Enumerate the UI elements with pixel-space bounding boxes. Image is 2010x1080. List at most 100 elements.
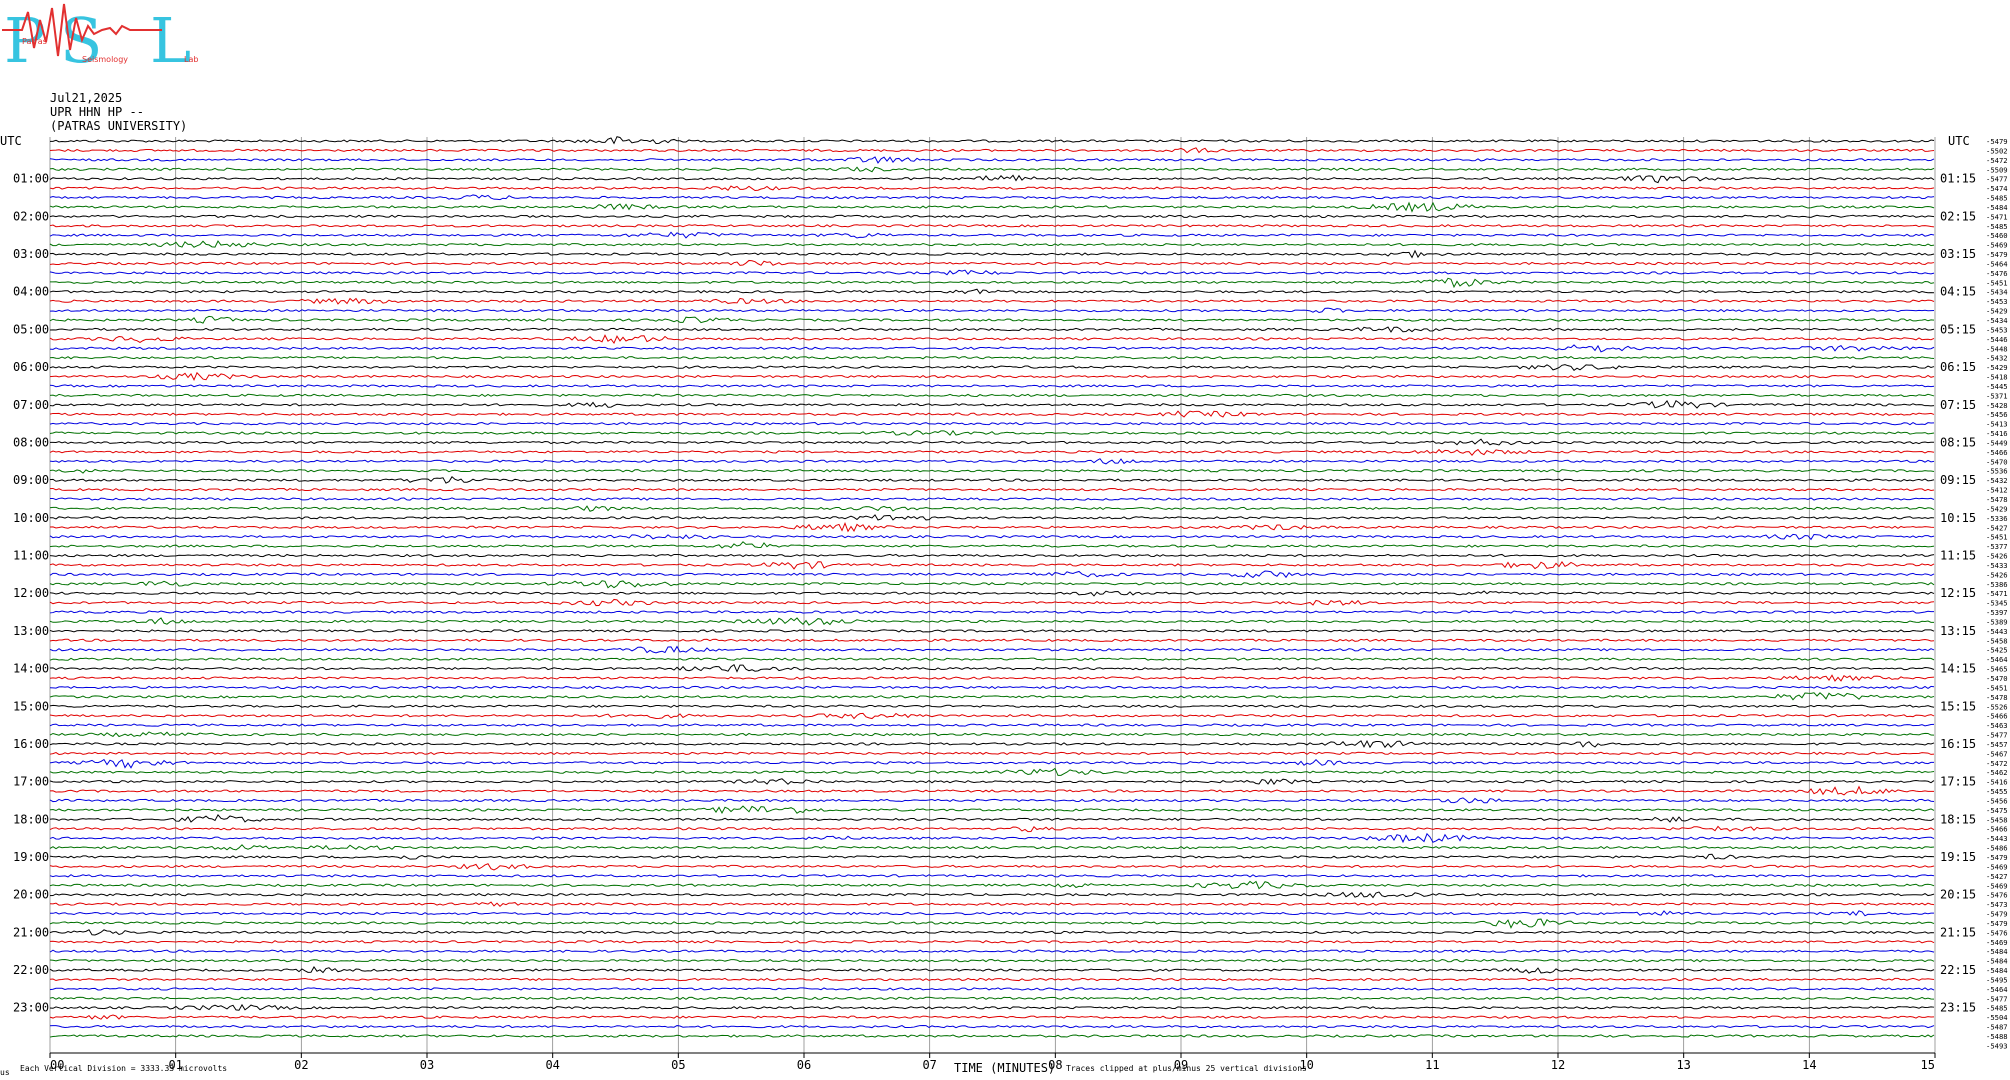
trace-81 bbox=[49, 901, 1935, 908]
right-hour-label-01:15: 01:15 bbox=[1940, 172, 1976, 186]
right-hour-label-21:15: 21:15 bbox=[1940, 925, 1976, 939]
trace-25 bbox=[49, 371, 1935, 381]
right-hour-label-22:15: 22:15 bbox=[1940, 963, 1976, 977]
x-tick-label-07: 07 bbox=[922, 1058, 936, 1072]
trace-94 bbox=[49, 1024, 1935, 1029]
left-hour-label-17:00: 17:00 bbox=[13, 775, 49, 789]
offset-label-49: -5345 bbox=[1986, 599, 2008, 608]
offset-label-75: -5486 bbox=[1986, 844, 2008, 853]
trace-54 bbox=[49, 645, 1935, 654]
offset-label-35: -5536 bbox=[1986, 467, 2008, 476]
right-hour-label-11:15: 11:15 bbox=[1940, 549, 1976, 563]
offset-label-84: -5476 bbox=[1986, 928, 2008, 937]
offset-label-37: -5412 bbox=[1986, 486, 2008, 495]
trace-39 bbox=[49, 505, 1935, 512]
trace-7 bbox=[49, 201, 1935, 213]
trace-84 bbox=[49, 929, 1935, 936]
trace-34 bbox=[49, 458, 1935, 465]
trace-87 bbox=[49, 958, 1935, 963]
offset-label-12: -5479 bbox=[1986, 250, 2008, 259]
offset-label-28: -5428 bbox=[1986, 401, 2008, 410]
trace-47 bbox=[49, 580, 1935, 589]
trace-76 bbox=[49, 853, 1935, 860]
offset-label-19: -5434 bbox=[1986, 316, 2008, 325]
trace-3 bbox=[49, 166, 1935, 173]
helicorder-plot: 00 01 02 03 04 05 06 07 08 09 10 11 12 13 14 15 01:0002… bbox=[0, 134, 2008, 1072]
offset-label-21: -5446 bbox=[1986, 335, 2008, 344]
trace-89 bbox=[49, 977, 1935, 982]
offset-label-23: -5432 bbox=[1986, 354, 2008, 363]
trace-63 bbox=[49, 731, 1935, 738]
left-hour-label-10:00: 10:00 bbox=[13, 511, 49, 525]
right-hour-label-02:15: 02:15 bbox=[1940, 209, 1976, 223]
x-tick-label-15: 15 bbox=[1921, 1058, 1935, 1072]
offset-label-73: -5466 bbox=[1986, 825, 2008, 834]
offset-label-83: -5479 bbox=[1986, 919, 2008, 928]
offset-label-26: -5445 bbox=[1986, 382, 2008, 391]
trace-20 bbox=[49, 326, 1935, 333]
trace-48 bbox=[49, 590, 1935, 597]
offset-label-39: -5429 bbox=[1986, 504, 2008, 513]
trace-83 bbox=[49, 918, 1935, 929]
utc-label-left: UTC bbox=[0, 134, 22, 148]
trace-30 bbox=[49, 421, 1935, 426]
trace-68 bbox=[49, 778, 1935, 786]
trace-70 bbox=[49, 797, 1935, 804]
left-hour-label-22:00: 22:00 bbox=[13, 963, 49, 977]
offset-label-36: -5432 bbox=[1986, 476, 2008, 485]
offset-label-16: -5434 bbox=[1986, 288, 2008, 297]
offset-label-4: -5477 bbox=[1986, 175, 2008, 184]
trace-92 bbox=[49, 1003, 1935, 1011]
trace-56 bbox=[49, 663, 1935, 673]
header-institution: (PATRAS UNIVERSITY) bbox=[50, 119, 188, 133]
trace-95 bbox=[49, 1034, 1935, 1038]
trace-37 bbox=[49, 487, 1935, 492]
trace-88 bbox=[49, 966, 1935, 974]
trace-93 bbox=[49, 1014, 1935, 1020]
left-hour-label-15:00: 15:00 bbox=[13, 699, 49, 713]
offset-label-1: -5502 bbox=[1986, 146, 2008, 155]
trace-33 bbox=[49, 448, 1935, 456]
right-hour-label-03:15: 03:15 bbox=[1940, 247, 1976, 261]
left-hour-label-23:00: 23:00 bbox=[13, 1001, 49, 1015]
left-hour-label-19:00: 19:00 bbox=[13, 850, 49, 864]
trace-27 bbox=[49, 393, 1935, 398]
trace-72 bbox=[49, 814, 1935, 823]
trace-19 bbox=[49, 315, 1935, 324]
trace-38 bbox=[49, 497, 1935, 501]
logo-word-seismology: Seismology bbox=[82, 55, 128, 64]
x-tick-label-11: 11 bbox=[1425, 1058, 1439, 1072]
corner-mark: us bbox=[0, 1068, 10, 1077]
trace-9 bbox=[49, 224, 1935, 228]
offset-label-22: -5448 bbox=[1986, 344, 2008, 353]
offset-label-6: -5485 bbox=[1986, 194, 2008, 203]
offset-label-72: -5458 bbox=[1986, 815, 2008, 824]
right-hour-label-23:15: 23:15 bbox=[1940, 1001, 1976, 1015]
trace-8 bbox=[49, 214, 1935, 219]
offset-label-48: -5471 bbox=[1986, 589, 2008, 598]
trace-86 bbox=[49, 949, 1935, 953]
trace-67 bbox=[49, 767, 1935, 776]
offset-label-78: -5427 bbox=[1986, 872, 2008, 881]
trace-11 bbox=[49, 240, 1935, 248]
trace-6 bbox=[49, 194, 1935, 201]
offset-label-63: -5477 bbox=[1986, 731, 2008, 740]
right-hour-label-14:15: 14:15 bbox=[1940, 662, 1976, 676]
right-hour-label-05:15: 05:15 bbox=[1940, 322, 1976, 336]
left-hour-label-20:00: 20:00 bbox=[13, 888, 49, 902]
offset-label-30: -5413 bbox=[1986, 420, 2008, 429]
offset-label-47: -5386 bbox=[1986, 580, 2008, 589]
offset-label-14: -5476 bbox=[1986, 269, 2008, 278]
trace-14 bbox=[49, 269, 1935, 276]
offset-label-9: -5485 bbox=[1986, 222, 2008, 231]
trace-23 bbox=[49, 356, 1935, 360]
offset-label-54: -5425 bbox=[1986, 646, 2008, 655]
utc-label-right: UTC bbox=[1948, 134, 1970, 148]
offset-label-51: -5389 bbox=[1986, 617, 2008, 626]
vertical-division-caption: Each Vertical Division = 3333.33 microvo… bbox=[20, 1064, 228, 1073]
right-hour-label-17:15: 17:15 bbox=[1940, 775, 1976, 789]
offset-label-45: -5433 bbox=[1986, 561, 2008, 570]
right-hour-label-20:15: 20:15 bbox=[1940, 888, 1976, 902]
offset-label-34: -5470 bbox=[1986, 457, 2008, 466]
logo-word-lab: Lab bbox=[184, 55, 198, 64]
